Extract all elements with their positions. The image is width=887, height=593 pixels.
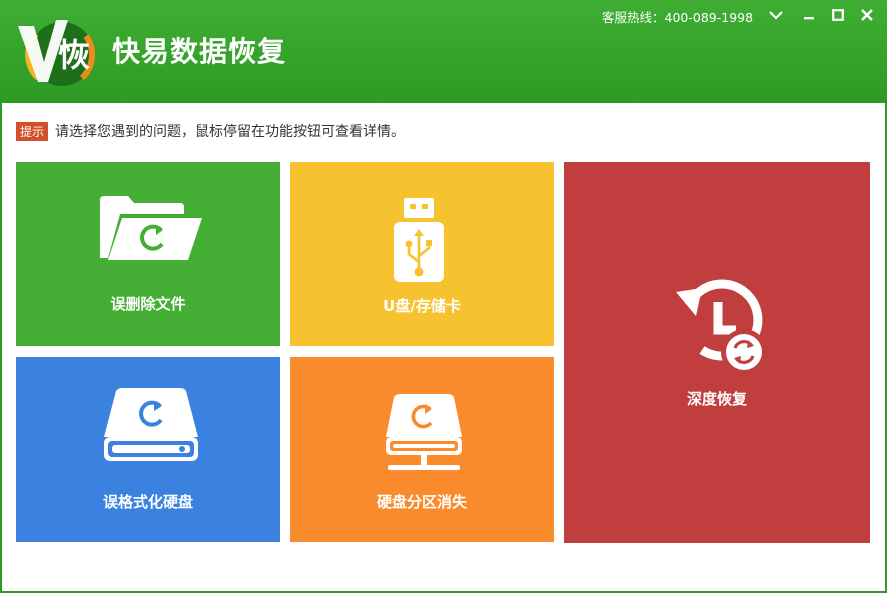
hint-tag: 提示	[16, 121, 49, 141]
close-button[interactable]	[855, 4, 879, 26]
folder-restore-icon	[100, 196, 202, 260]
close-icon	[861, 9, 873, 21]
usb-drive-icon	[394, 198, 444, 282]
tile-formatted-disk[interactable]: 误格式化硬盘	[16, 357, 280, 542]
svg-text:恢: 恢	[58, 36, 90, 74]
menu-button[interactable]	[764, 4, 788, 26]
tile-deleted-files[interactable]: 误删除文件	[16, 162, 280, 346]
history-icon	[676, 279, 767, 375]
tile-lost-partition[interactable]: 硬盘分区消失	[290, 357, 554, 542]
minimize-icon	[804, 17, 814, 20]
network-disk-icon	[386, 394, 462, 470]
window-border-left	[0, 103, 2, 593]
maximize-icon	[832, 9, 844, 21]
minimize-button[interactable]	[797, 4, 821, 26]
tile-deep-recovery[interactable]: 深度恢复	[564, 162, 870, 543]
title-bar: 恢 快易数据恢复 客服热线：400-089-1998	[0, 0, 887, 103]
tile-label: 硬盘分区消失	[376, 493, 467, 511]
maximize-button[interactable]	[826, 4, 850, 26]
tile-label: 误格式化硬盘	[102, 493, 193, 511]
tile-label: U盘/存储卡	[383, 297, 461, 315]
tile-label: 误删除文件	[110, 295, 186, 313]
hint-text: 请选择您遇到的问题，鼠标停留在功能按钮可查看详情。	[55, 124, 406, 140]
hard-disk-icon	[104, 388, 198, 461]
hint-bar: 提示 请选择您遇到的问题，鼠标停留在功能按钮可查看详情。	[16, 121, 405, 141]
tile-usb-storage[interactable]: U盘/存储卡	[290, 162, 554, 346]
app-logo: 恢	[18, 20, 96, 86]
app-title: 快易数据恢复	[112, 35, 287, 68]
tile-label: 深度恢复	[686, 390, 747, 408]
chevron-down-icon	[769, 11, 783, 20]
service-hotline: 客服热线：400-089-1998	[602, 10, 754, 25]
